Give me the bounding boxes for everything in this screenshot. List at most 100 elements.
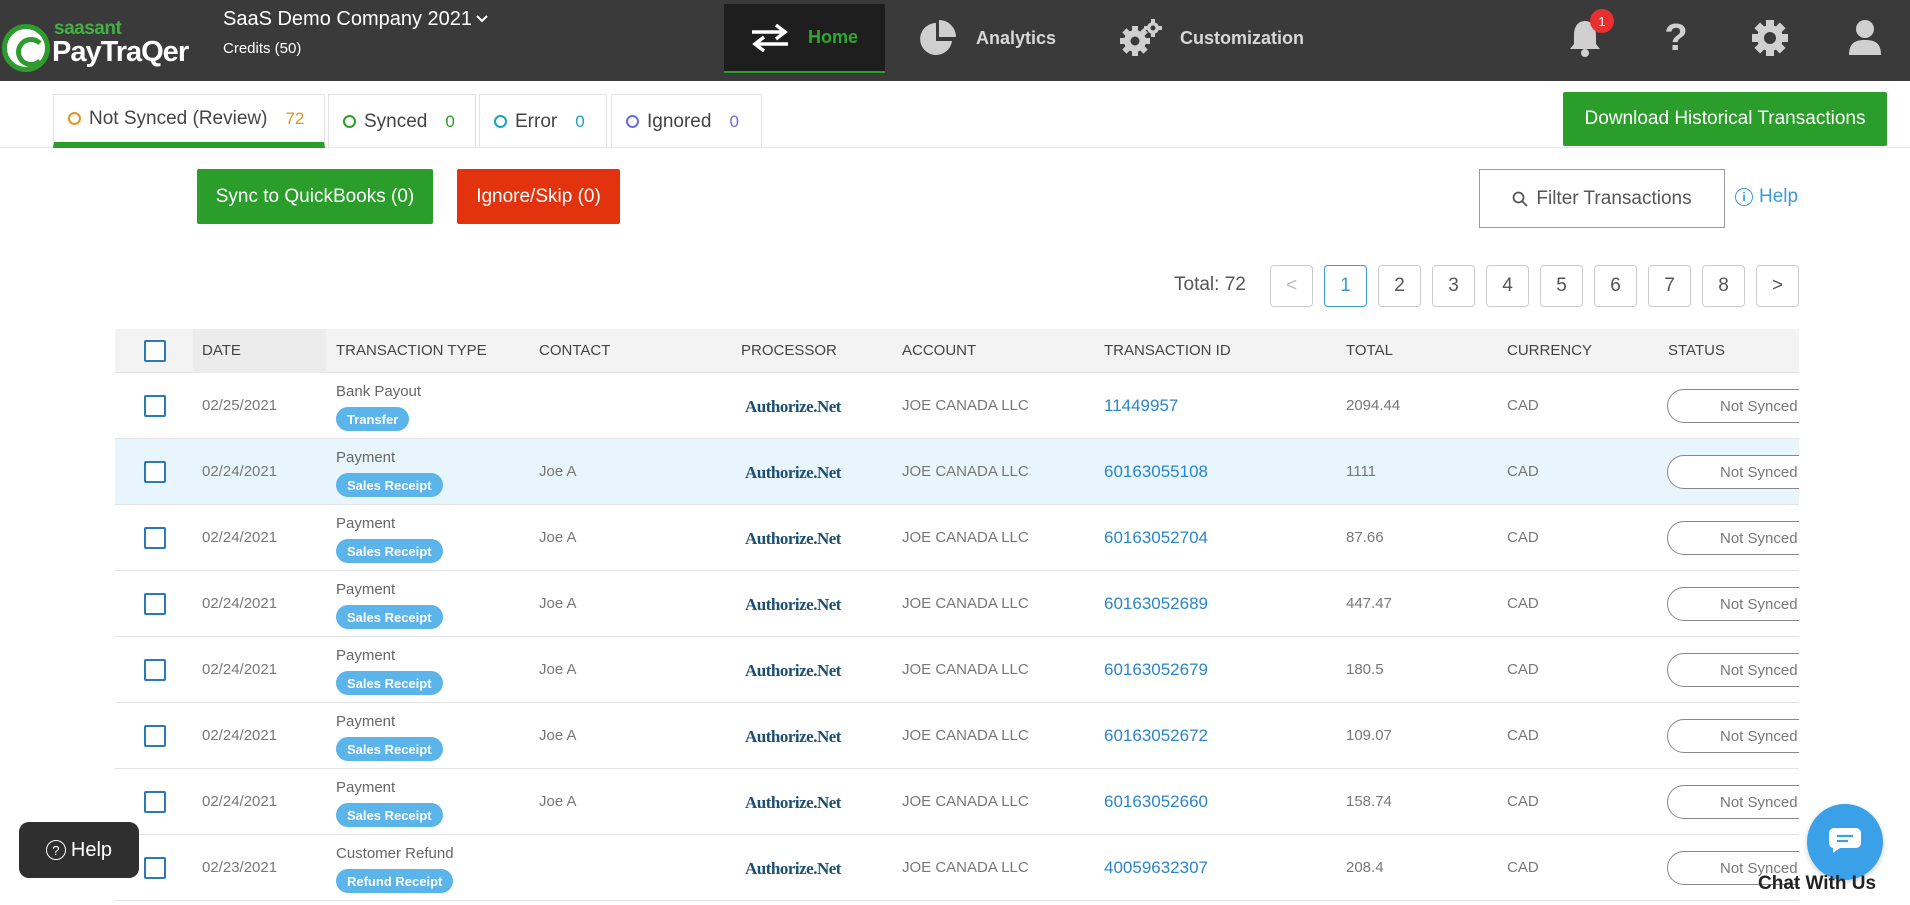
tab-not-synced[interactable]: Not Synced (Review) 72 [53, 94, 325, 148]
page-4-button[interactable]: 4 [1486, 265, 1529, 307]
table-row[interactable]: 02/24/2021 Payment Sales Receipt Joe A Autho… [115, 637, 1799, 703]
table-row[interactable]: 02/24/2021 Payment Sales Receipt Joe A Autho… [115, 505, 1799, 571]
row-checkbox[interactable] [144, 857, 166, 879]
transaction-tag-badge: Sales Receipt [336, 539, 443, 563]
transaction-tag-badge: Sales Receipt [336, 803, 443, 827]
status-badge[interactable]: Not Synced [1667, 455, 1799, 489]
table-header: DATE TRANSACTION TYPE CONTACT PROCESSOR … [115, 329, 1799, 373]
cell-currency: CAD [1507, 529, 1539, 546]
help-link-label: Help [1759, 186, 1799, 207]
company-selector[interactable]: SaaS Demo Company 2021 [223, 8, 488, 31]
cell-transaction-type: Payment [336, 647, 396, 664]
page-6-button[interactable]: 6 [1594, 265, 1637, 307]
row-checkbox[interactable] [144, 527, 166, 549]
cell-currency: CAD [1507, 595, 1539, 612]
cell-account: JOE CANADA LLC [902, 397, 1029, 414]
row-checkbox[interactable] [144, 593, 166, 615]
header-transaction-id[interactable]: TRANSACTION ID [1104, 342, 1231, 359]
nav-home-label: Home [808, 27, 859, 47]
download-historical-button[interactable]: Download Historical Transactions [1563, 92, 1887, 146]
transaction-id-link[interactable]: 60163052660 [1104, 792, 1208, 812]
settings-gear-icon[interactable] [1750, 18, 1790, 58]
sync-quickbooks-button[interactable]: Sync to QuickBooks (0) [197, 169, 433, 224]
chat-bubble-icon [1828, 826, 1862, 859]
transaction-id-link[interactable]: 60163052679 [1104, 660, 1208, 680]
status-badge[interactable]: Not Synced [1667, 587, 1799, 621]
chat-with-us-label[interactable]: Chat With Us [1758, 873, 1876, 895]
select-all-checkbox[interactable] [144, 340, 166, 362]
cell-contact: Joe A [539, 661, 577, 678]
row-checkbox[interactable] [144, 659, 166, 681]
transaction-id-link[interactable]: 60163052689 [1104, 594, 1208, 614]
tab-synced[interactable]: Synced 0 [328, 94, 476, 148]
cell-date: 02/24/2021 [202, 463, 278, 480]
processor-logo: Authorize.Net [745, 727, 841, 746]
cell-date: 02/24/2021 [202, 595, 278, 612]
page-5-button[interactable]: 5 [1540, 265, 1583, 307]
status-badge[interactable]: Not Synced [1667, 785, 1799, 819]
credits-label: Credits (50) [223, 40, 302, 57]
table-row[interactable]: 02/24/2021 Payment Sales Receipt Joe A Autho… [115, 571, 1799, 637]
nav-home[interactable]: Home [724, 4, 885, 73]
cell-currency: CAD [1507, 463, 1539, 480]
page-7-button[interactable]: 7 [1648, 265, 1691, 307]
filter-transactions-button[interactable]: Filter Transactions [1479, 169, 1725, 228]
help-question-icon[interactable]: ? [1656, 17, 1696, 59]
cell-account: JOE CANADA LLC [902, 793, 1029, 810]
status-badge[interactable]: Not Synced [1667, 389, 1799, 423]
prev-page-button[interactable]: < [1270, 265, 1313, 307]
cell-contact: Joe A [539, 595, 577, 612]
row-checkbox[interactable] [144, 461, 166, 483]
table-row[interactable]: 02/24/2021 Payment Sales Receipt Joe A Autho… [115, 439, 1799, 505]
header-transaction-type[interactable]: TRANSACTION TYPE [336, 342, 487, 359]
chat-widget-button[interactable] [1807, 804, 1883, 880]
status-badge[interactable]: Not Synced [1667, 521, 1799, 555]
transaction-id-link[interactable]: 11449957 [1104, 396, 1178, 416]
tab-ignored[interactable]: Ignored 0 [611, 94, 762, 148]
transaction-id-link[interactable]: 60163055108 [1104, 462, 1208, 482]
table-row[interactable]: 02/23/2021 Customer Refund Refund Receipt A… [115, 835, 1799, 901]
user-profile-icon[interactable] [1845, 18, 1885, 58]
processor-logo: Authorize.Net [745, 397, 841, 416]
table-row[interactable]: 02/24/2021 Payment Sales Receipt Joe A Autho… [115, 703, 1799, 769]
transaction-id-link[interactable]: 60163052704 [1104, 528, 1208, 548]
header-status[interactable]: STATUS [1668, 342, 1725, 359]
table-row[interactable]: 02/25/2021 Bank Payout Transfer Authorize.N… [115, 373, 1799, 439]
row-checkbox[interactable] [144, 725, 166, 747]
cell-date: 02/24/2021 [202, 529, 278, 546]
status-badge[interactable]: Not Synced [1667, 653, 1799, 687]
table-row[interactable]: 02/24/2021 Payment Sales Receipt Joe A Autho… [115, 769, 1799, 835]
page-3-button[interactable]: 3 [1432, 265, 1475, 307]
circle-icon [68, 112, 81, 125]
header-date[interactable]: DATE [202, 342, 241, 359]
page-8-button[interactable]: 8 [1702, 265, 1745, 307]
row-checkbox[interactable] [144, 395, 166, 417]
help-link[interactable]: i Help [1735, 186, 1798, 208]
page-2-button[interactable]: 2 [1378, 265, 1421, 307]
cell-account: JOE CANADA LLC [902, 463, 1029, 480]
app-logo[interactable]: saasant PayTraQer [0, 8, 189, 72]
page-1-button[interactable]: 1 [1324, 265, 1367, 307]
cell-currency: CAD [1507, 727, 1539, 744]
floating-help-button[interactable]: ? Help [19, 822, 139, 878]
transaction-id-link[interactable]: 40059632307 [1104, 858, 1208, 878]
transaction-tag-badge: Transfer [336, 407, 410, 431]
header-account[interactable]: ACCOUNT [902, 342, 976, 359]
nav-customization[interactable]: Customization [1120, 4, 1304, 73]
header-processor[interactable]: PROCESSOR [741, 342, 837, 359]
gears-icon [1120, 18, 1162, 59]
status-badge[interactable]: Not Synced [1667, 719, 1799, 753]
nav-analytics[interactable]: Analytics [918, 4, 1056, 73]
header-currency[interactable]: CURRENCY [1507, 342, 1592, 359]
tab-error[interactable]: Error 0 [479, 94, 607, 148]
tab-count: 0 [445, 111, 455, 131]
processor-logo: Authorize.Net [745, 529, 841, 548]
cell-transaction-type: Payment [336, 449, 396, 466]
next-page-button[interactable]: > [1756, 265, 1799, 307]
header-total[interactable]: TOTAL [1346, 342, 1393, 359]
row-checkbox[interactable] [144, 791, 166, 813]
cell-total: 447.47 [1346, 595, 1392, 612]
header-contact[interactable]: CONTACT [539, 342, 610, 359]
ignore-skip-button[interactable]: Ignore/Skip (0) [457, 169, 620, 224]
transaction-id-link[interactable]: 60163052672 [1104, 726, 1208, 746]
